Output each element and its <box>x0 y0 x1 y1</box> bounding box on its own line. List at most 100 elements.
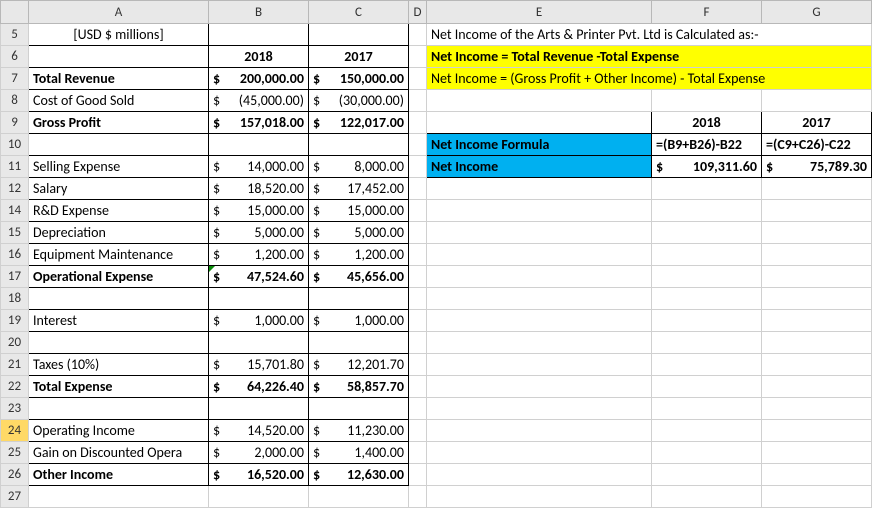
cell-B19[interactable]: $1,000.00 <box>209 310 309 332</box>
cell-G18[interactable] <box>762 288 872 310</box>
cell-G27[interactable] <box>762 486 872 508</box>
cell-D27[interactable] <box>409 486 427 508</box>
cell-E7[interactable]: Net Income = (Gross Profit + Other Incom… <box>427 68 872 90</box>
cell-D6[interactable] <box>409 46 427 68</box>
cell-D23[interactable] <box>409 398 427 420</box>
cell-B27[interactable] <box>209 486 309 508</box>
cell-F25[interactable] <box>652 442 762 464</box>
cell-D15[interactable] <box>409 222 427 244</box>
cell-A7[interactable]: Total Revenue <box>29 68 209 90</box>
cell-E22[interactable] <box>427 376 652 398</box>
cell-F27[interactable] <box>652 486 762 508</box>
row-7[interactable]: 7 <box>1 68 29 90</box>
cell-B26[interactable]: $16,520.00 <box>209 464 309 486</box>
cell-F21[interactable] <box>652 354 762 376</box>
cell-D11[interactable] <box>409 156 427 178</box>
cell-F15[interactable] <box>652 222 762 244</box>
cell-F19[interactable] <box>652 310 762 332</box>
cell-A5[interactable]: [USD $ millions] <box>29 24 209 46</box>
cell-C6[interactable]: 2017 <box>309 46 409 68</box>
cell-A17[interactable]: Operational Expense <box>29 266 209 288</box>
cell-D25[interactable] <box>409 442 427 464</box>
cell-B18[interactable] <box>209 288 309 310</box>
cell-C26[interactable]: $12,630.00 <box>309 464 409 486</box>
cell-E8[interactable] <box>427 90 652 112</box>
cell-C18[interactable] <box>309 288 409 310</box>
cell-C19[interactable]: $1,000.00 <box>309 310 409 332</box>
cell-D26[interactable] <box>409 464 427 486</box>
row-18[interactable]: 18 <box>1 288 29 310</box>
cell-F17[interactable] <box>652 266 762 288</box>
cell-B23[interactable] <box>209 398 309 420</box>
cell-E20[interactable] <box>427 332 652 354</box>
cell-D22[interactable] <box>409 376 427 398</box>
cell-B9[interactable]: $157,018.00 <box>209 112 309 134</box>
cell-E6[interactable]: Net Income = Total Revenue -Total Expens… <box>427 46 872 68</box>
cell-C27[interactable] <box>309 486 409 508</box>
cell-G19[interactable] <box>762 310 872 332</box>
cell-E19[interactable] <box>427 310 652 332</box>
cell-F18[interactable] <box>652 288 762 310</box>
row-25[interactable]: 25 <box>1 442 29 464</box>
row-15[interactable]: 15 <box>1 222 29 244</box>
cell-G10[interactable]: =(C9+C26)-C22 <box>762 134 872 156</box>
cell-A19[interactable]: Interest <box>29 310 209 332</box>
cell-D19[interactable] <box>409 310 427 332</box>
cell-A25[interactable]: Gain on Discounted Opera <box>29 442 209 464</box>
col-D[interactable]: D <box>409 1 427 24</box>
cell-G8[interactable] <box>762 90 872 112</box>
row-16[interactable]: 16 <box>1 244 29 266</box>
cell-B14[interactable]: $15,000.00 <box>209 200 309 222</box>
col-A[interactable]: A <box>29 1 209 24</box>
col-F[interactable]: F <box>652 1 762 24</box>
cell-F16[interactable] <box>652 244 762 266</box>
cell-E18[interactable] <box>427 288 652 310</box>
cell-C21[interactable]: $12,201.70 <box>309 354 409 376</box>
cell-C11[interactable]: $8,000.00 <box>309 156 409 178</box>
cell-F8[interactable] <box>652 90 762 112</box>
row-10[interactable]: 10 <box>1 134 29 156</box>
cell-A14[interactable]: R&D Expense <box>29 200 209 222</box>
cell-E27[interactable] <box>427 486 652 508</box>
cell-D21[interactable] <box>409 354 427 376</box>
cell-D9[interactable] <box>409 112 427 134</box>
cell-B6[interactable]: 2018 <box>209 46 309 68</box>
cell-A23[interactable] <box>29 398 209 420</box>
cell-E23[interactable] <box>427 398 652 420</box>
cell-E10[interactable]: Net Income Formula <box>427 134 652 156</box>
spreadsheet[interactable]: A B C D E F G 5 [USD $ millions] Net Inc… <box>0 0 872 508</box>
cell-F26[interactable] <box>652 464 762 486</box>
row-23[interactable]: 23 <box>1 398 29 420</box>
cell-B21[interactable]: $15,701.80 <box>209 354 309 376</box>
cell-C15[interactable]: $5,000.00 <box>309 222 409 244</box>
cell-A15[interactable]: Depreciation <box>29 222 209 244</box>
cell-C16[interactable]: $1,200.00 <box>309 244 409 266</box>
cell-A6[interactable] <box>29 46 209 68</box>
cell-B24[interactable]: $14,520.00 <box>209 420 309 442</box>
row-8[interactable]: 8 <box>1 90 29 112</box>
cell-B11[interactable]: $14,000.00 <box>209 156 309 178</box>
row-11[interactable]: 11 <box>1 156 29 178</box>
col-header-row[interactable]: A B C D E F G <box>1 1 872 24</box>
row-20[interactable]: 20 <box>1 332 29 354</box>
row-14[interactable]: 14 <box>1 200 29 222</box>
cell-G12[interactable] <box>762 178 872 200</box>
row-6[interactable]: 6 <box>1 46 29 68</box>
cell-F20[interactable] <box>652 332 762 354</box>
col-G[interactable]: G <box>762 1 872 24</box>
row-21[interactable]: 21 <box>1 354 29 376</box>
cell-G16[interactable] <box>762 244 872 266</box>
cell-F23[interactable] <box>652 398 762 420</box>
cell-A22[interactable]: Total Expense <box>29 376 209 398</box>
cell-E24[interactable] <box>427 420 652 442</box>
cell-E21[interactable] <box>427 354 652 376</box>
cell-E17[interactable] <box>427 266 652 288</box>
cell-A11[interactable]: Selling Expense <box>29 156 209 178</box>
cell-G20[interactable] <box>762 332 872 354</box>
cell-A21[interactable]: Taxes (10%) <box>29 354 209 376</box>
cell-E25[interactable] <box>427 442 652 464</box>
row-17[interactable]: 17 <box>1 266 29 288</box>
cell-G23[interactable] <box>762 398 872 420</box>
cell-D14[interactable] <box>409 200 427 222</box>
cell-F12[interactable] <box>652 178 762 200</box>
